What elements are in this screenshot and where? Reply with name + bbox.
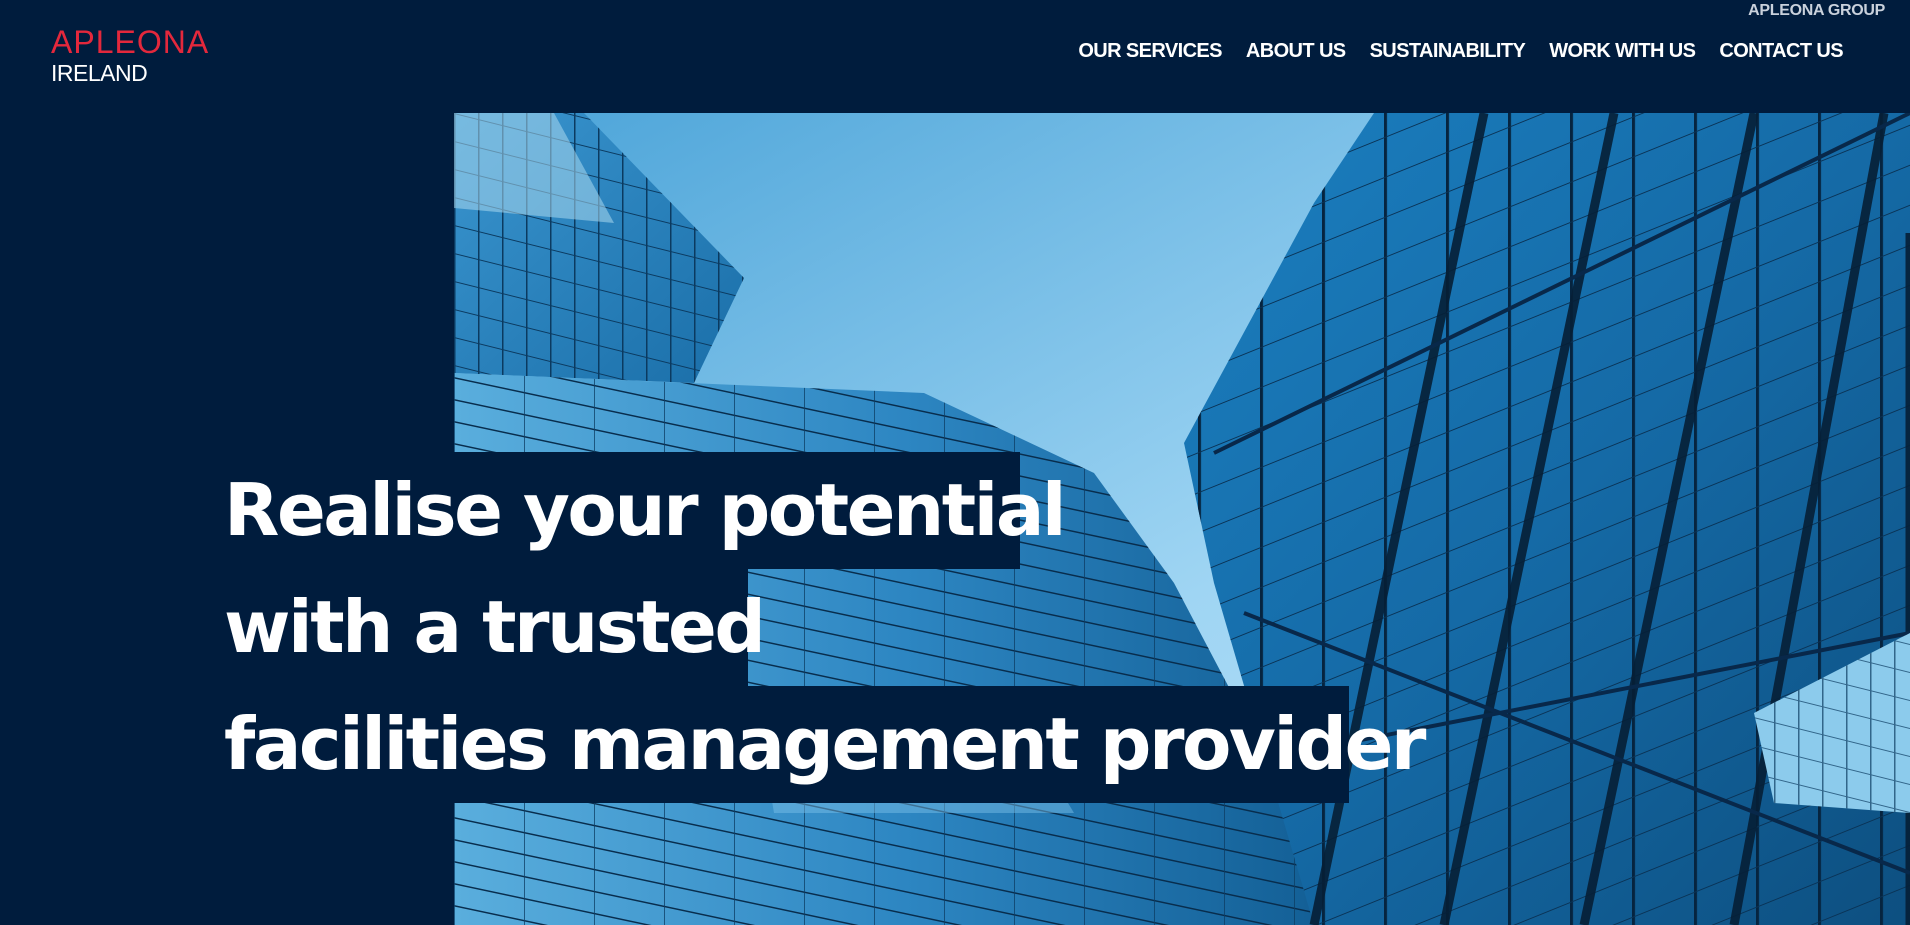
logo-brand-text: APLEONA bbox=[51, 24, 210, 60]
logo-region-text: IRELAND bbox=[51, 60, 148, 86]
nav-our-services[interactable]: OUR SERVICES bbox=[1078, 40, 1222, 63]
nav-work-with-us[interactable]: WORK WITH US bbox=[1549, 40, 1696, 63]
nav-sustainability[interactable]: SUSTAINABILITY bbox=[1370, 40, 1526, 63]
hero-headline-line-3: facilities management provider bbox=[0, 686, 1426, 803]
nav-contact-us[interactable]: CONTACT US bbox=[1719, 40, 1843, 63]
site-logo[interactable]: APLEONA IRELAND bbox=[51, 24, 209, 86]
hero-headline-line-2: with a trusted bbox=[0, 569, 766, 686]
main-nav: OUR SERVICES ABOUT US SUSTAINABILITY WOR… bbox=[1054, 40, 1843, 63]
hero-headline-line-1: Realise your potential bbox=[0, 452, 1067, 569]
page: APLEONA GROUP APLEONA IRELAND OUR SERVIC… bbox=[0, 0, 1910, 925]
nav-about-us[interactable]: ABOUT US bbox=[1246, 40, 1346, 63]
apleona-group-link[interactable]: APLEONA GROUP bbox=[1748, 2, 1885, 20]
